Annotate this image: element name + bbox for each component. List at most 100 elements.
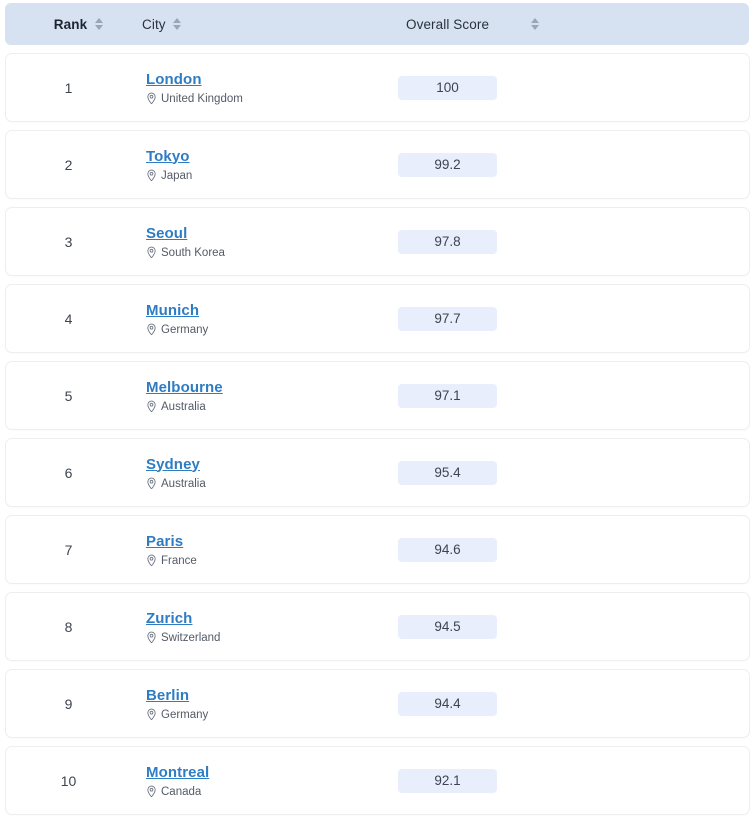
cell-city: Sydney Australia (131, 455, 396, 491)
cell-city: Zurich Switzerland (131, 609, 396, 645)
city-block: Zurich Switzerland (139, 609, 220, 645)
rank-value: 8 (64, 618, 73, 635)
country-value: Germany (161, 708, 209, 721)
score-badge: 94.4 (398, 691, 497, 716)
rank-value: 6 (64, 464, 73, 481)
city-block: Seoul South Korea (139, 224, 225, 260)
column-header-city-label: City (142, 16, 166, 32)
rank-value: 3 (64, 233, 73, 250)
location-pin-icon (146, 169, 157, 182)
country-line: Germany (146, 323, 208, 337)
city-link[interactable]: Melbourne (146, 378, 223, 397)
city-block: Berlin Germany (139, 686, 208, 722)
column-header-city[interactable]: City (130, 16, 395, 32)
cell-overall-score: 99.2 (396, 152, 749, 177)
rank-value: 9 (64, 695, 73, 712)
table-row[interactable]: 1 London United Kingdom 100 (5, 53, 750, 122)
cell-rank: 3 (6, 234, 131, 250)
cell-overall-score: 95.4 (396, 460, 749, 485)
city-link[interactable]: Tokyo (146, 147, 192, 166)
table-row[interactable]: 4 Munich Germany 97.7 (5, 284, 750, 353)
country-line: Germany (146, 708, 208, 722)
country-value: Canada (161, 785, 202, 798)
cell-overall-score: 97.1 (396, 383, 749, 408)
city-link[interactable]: Berlin (146, 686, 208, 705)
city-link[interactable]: Munich (146, 301, 208, 320)
table-row[interactable]: 10 Montreal Canada 92.1 (5, 746, 750, 815)
country-value: South Korea (161, 246, 225, 259)
rank-value: 2 (64, 156, 73, 173)
country-line: South Korea (146, 246, 225, 260)
cell-city: London United Kingdom (131, 70, 396, 106)
cell-rank: 2 (6, 157, 131, 173)
rank-value: 1 (64, 79, 73, 96)
country-value: Australia (161, 477, 206, 490)
country-value: Switzerland (161, 631, 221, 644)
rank-value: 7 (64, 541, 73, 558)
country-line: Australia (146, 400, 223, 414)
column-header-rank-label: Rank (53, 16, 88, 32)
column-header-overall-score[interactable]: Overall Score (395, 16, 749, 32)
table-row[interactable]: 9 Berlin Germany 94.4 (5, 669, 750, 738)
table-row[interactable]: 8 Zurich Switzerland 94.5 (5, 592, 750, 661)
score-badge: 100 (398, 75, 497, 100)
cell-overall-score: 92.1 (396, 768, 749, 793)
table-row[interactable]: 2 Tokyo Japan 99.2 (5, 130, 750, 199)
sort-updown-icon-rank[interactable] (94, 16, 103, 32)
rank-value: 5 (64, 387, 73, 404)
score-badge: 94.5 (398, 614, 497, 639)
city-block: Montreal Canada (139, 763, 209, 799)
score-badge: 99.2 (398, 152, 497, 177)
country-line: Japan (146, 169, 192, 183)
city-link[interactable]: Seoul (146, 224, 225, 243)
location-pin-icon (146, 554, 157, 567)
caret-up-icon (94, 17, 103, 23)
rank-value: 10 (60, 772, 77, 789)
city-link[interactable]: London (146, 70, 243, 89)
column-header-rank[interactable]: Rank (5, 16, 130, 32)
country-value: Germany (161, 323, 209, 336)
table-header-row: Rank City Overall Score (5, 3, 749, 45)
cell-rank: 9 (6, 696, 131, 712)
location-pin-icon (146, 477, 157, 490)
city-link[interactable]: Paris (146, 532, 197, 551)
table-row[interactable]: 7 Paris France 94.6 (5, 515, 750, 584)
score-badge: 97.7 (398, 306, 497, 331)
location-pin-icon (146, 400, 157, 413)
city-link[interactable]: Montreal (146, 763, 209, 782)
score-badge: 92.1 (398, 768, 497, 793)
table-row[interactable]: 3 Seoul South Korea 97.8 (5, 207, 750, 276)
cell-rank: 10 (6, 773, 131, 789)
cell-city: Melbourne Australia (131, 378, 396, 414)
city-link[interactable]: Zurich (146, 609, 220, 628)
cell-rank: 8 (6, 619, 131, 635)
city-block: London United Kingdom (139, 70, 243, 106)
sort-updown-icon-city[interactable] (173, 16, 182, 32)
city-block: Melbourne Australia (139, 378, 223, 414)
cell-rank: 4 (6, 311, 131, 327)
city-block: Munich Germany (139, 301, 208, 337)
table-row[interactable]: 5 Melbourne Australia 97.1 (5, 361, 750, 430)
country-line: United Kingdom (146, 92, 243, 106)
country-value: United Kingdom (161, 92, 243, 105)
cell-overall-score: 100 (396, 75, 749, 100)
city-block: Tokyo Japan (139, 147, 192, 183)
city-link[interactable]: Sydney (146, 455, 206, 474)
cell-rank: 5 (6, 388, 131, 404)
country-line: Switzerland (146, 631, 220, 645)
location-pin-icon (146, 708, 157, 721)
sort-updown-icon-overall-score[interactable] (530, 16, 539, 32)
score-badge: 97.1 (398, 383, 497, 408)
caret-down-icon (173, 25, 182, 31)
rank-value: 4 (64, 310, 73, 327)
score-badge: 94.6 (398, 537, 497, 562)
cell-city: Montreal Canada (131, 763, 396, 799)
city-block: Paris France (139, 532, 197, 568)
cell-city: Berlin Germany (131, 686, 396, 722)
country-line: Canada (146, 785, 209, 799)
country-value: Australia (161, 400, 206, 413)
caret-down-icon (530, 25, 539, 31)
table-row[interactable]: 6 Sydney Australia 95.4 (5, 438, 750, 507)
country-value: France (161, 554, 197, 567)
caret-up-icon (173, 17, 182, 23)
